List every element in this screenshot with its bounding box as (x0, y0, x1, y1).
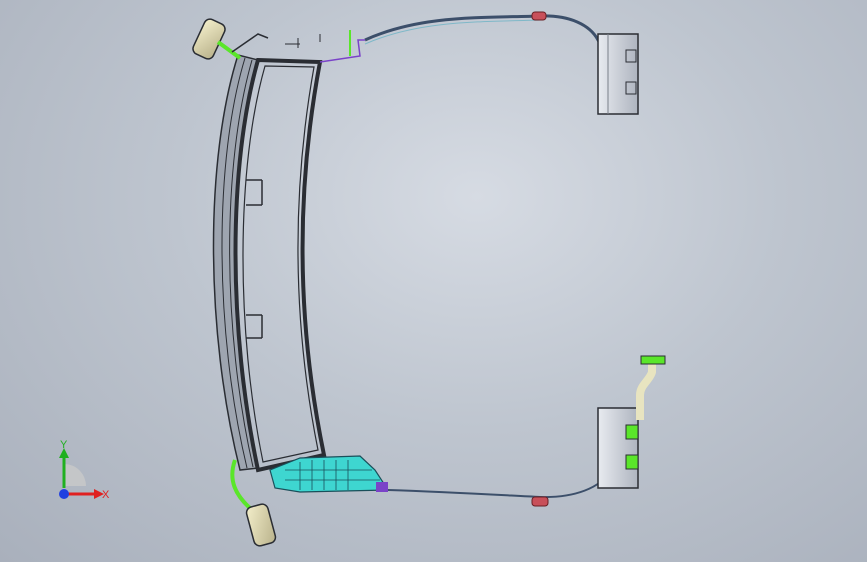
connector-top[interactable] (531, 11, 547, 21)
top-harness[interactable] (285, 11, 612, 63)
x-axis-label: X (102, 489, 110, 501)
y-axis-label: Y (60, 439, 68, 451)
control-box-top[interactable] (597, 33, 639, 115)
mirror-top-left[interactable] (191, 17, 269, 61)
connector-bottom[interactable] (531, 496, 549, 507)
mirror-bottom-left[interactable] (230, 459, 277, 547)
origin-dot (59, 489, 69, 499)
bottom-harness[interactable] (387, 469, 613, 507)
windshield-frame[interactable] (212, 54, 327, 473)
control-box-bottom[interactable] (597, 355, 666, 489)
triad-plane (64, 464, 86, 486)
cad-viewport[interactable] (0, 0, 867, 562)
coordinate-triad: Y X (59, 439, 110, 501)
